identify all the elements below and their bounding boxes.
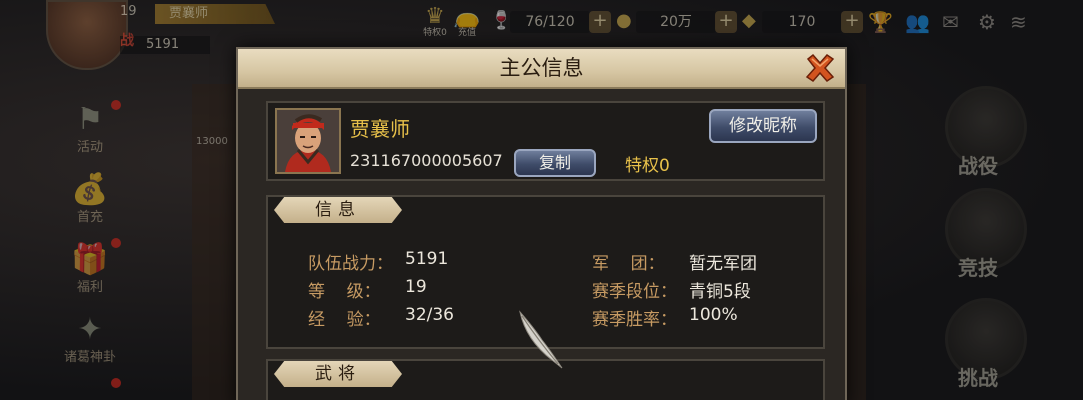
add-stamina-button[interactable]: + — [589, 11, 611, 33]
fan-icon: ✦ — [77, 312, 103, 347]
game-screen: 19 贾襄师 战 5191 ♛ 特权0 👝 充值 🍷 76/120 + ● 20万 … — [0, 0, 1083, 400]
info-label: 赛季胜率： — [592, 310, 677, 330]
info-label: 赛季段位： — [592, 282, 677, 302]
background-panel: 13000 — [192, 84, 242, 400]
player-level: 19 — [120, 4, 137, 19]
gold-display: 170 — [762, 11, 842, 33]
campaign-label: 战役 — [958, 154, 998, 178]
side-item-label: 福利 — [76, 280, 103, 295]
power-value: 5191 — [146, 37, 180, 52]
info-label: 经 验： — [308, 310, 381, 330]
rename-button[interactable]: 修改昵称 — [709, 109, 817, 143]
season-winrate-value: 100% — [689, 305, 738, 325]
player-power: 战 5191 — [120, 33, 210, 54]
stamina-display: 76/120 — [510, 11, 590, 33]
top-bar: 19 贾襄师 战 5191 ♛ 特权0 👝 充值 🍷 76/120 + ● 20万 … — [0, 0, 1083, 70]
side-item-divination[interactable]: ✦ 诸葛神卦 — [58, 312, 122, 365]
notification-dot — [111, 378, 121, 388]
close-button[interactable] — [803, 51, 837, 85]
side-item-label: 活动 — [76, 140, 103, 155]
copy-button[interactable]: 复制 — [514, 149, 596, 177]
side-item-label: 首充 — [76, 210, 103, 225]
side-item-label: 诸葛神卦 — [63, 350, 116, 365]
mail-icon[interactable]: ✉ — [942, 10, 959, 34]
player-name-ribbon: 贾襄师 — [155, 4, 275, 24]
ingot-icon: ◆ — [742, 10, 756, 31]
player-avatar[interactable] — [46, 0, 128, 70]
player-portrait — [275, 108, 341, 174]
info-label: 军 团： — [592, 254, 665, 274]
add-gold-button[interactable]: + — [841, 11, 863, 33]
power-badge-text: 战 — [120, 33, 134, 49]
experience-value: 32/36 — [405, 305, 454, 325]
challenge-label: 挑战 — [958, 366, 998, 390]
notification-dot — [111, 100, 121, 110]
team-power-value: 5191 — [405, 249, 449, 269]
feather-icon — [519, 310, 563, 369]
background-stub-text: 13000 — [196, 136, 228, 147]
coin-icon: ● — [616, 10, 632, 31]
wifi-icon: ≋ — [1010, 10, 1027, 34]
close-icon — [805, 53, 835, 82]
crown-icon[interactable]: ♛ 特权0 — [420, 4, 450, 38]
friends-icon[interactable]: 👥 — [905, 10, 930, 34]
trophy-icon[interactable]: 🏆 — [868, 10, 893, 34]
side-item-activity[interactable]: ⚑ 活动 — [58, 102, 122, 155]
side-item-welfare[interactable]: 🎁 福利 — [58, 242, 122, 295]
level-value: 19 — [405, 277, 427, 297]
coins-display: 20万 — [636, 11, 716, 33]
gift-icon: 🎁 — [71, 242, 109, 277]
player-name: 贾襄师 — [350, 117, 410, 141]
money-bag-icon[interactable]: 👝 充值 — [453, 4, 481, 38]
section-tab-info: 信息 — [274, 197, 402, 223]
side-item-first-recharge[interactable]: 💰 首充 — [58, 172, 122, 225]
dialog-title: 主公信息 — [499, 56, 584, 80]
privilege-icon-label: 特权0 — [423, 28, 447, 38]
player-card: 贾襄师 231167000005607 复制 特权0 修改昵称 — [266, 101, 825, 181]
arena-label: 竞技 — [958, 256, 998, 280]
info-label: 等 级： — [308, 282, 381, 302]
privilege-level: 特权0 — [625, 156, 670, 176]
info-label: 队伍战力： — [308, 254, 393, 274]
recharge-icon-label: 充值 — [457, 28, 476, 38]
legion-value: 暂无军团 — [689, 254, 757, 274]
gear-icon[interactable]: ⚙ — [978, 10, 996, 34]
add-coins-button[interactable]: + — [715, 11, 737, 33]
section-tab-generals: 武将 — [274, 361, 402, 387]
money-bag-icon: 💰 — [71, 172, 109, 207]
player-id: 231167000005607 — [350, 151, 503, 170]
general-portrait-icon — [277, 110, 339, 172]
season-rank-value: 青铜5段 — [689, 282, 751, 302]
